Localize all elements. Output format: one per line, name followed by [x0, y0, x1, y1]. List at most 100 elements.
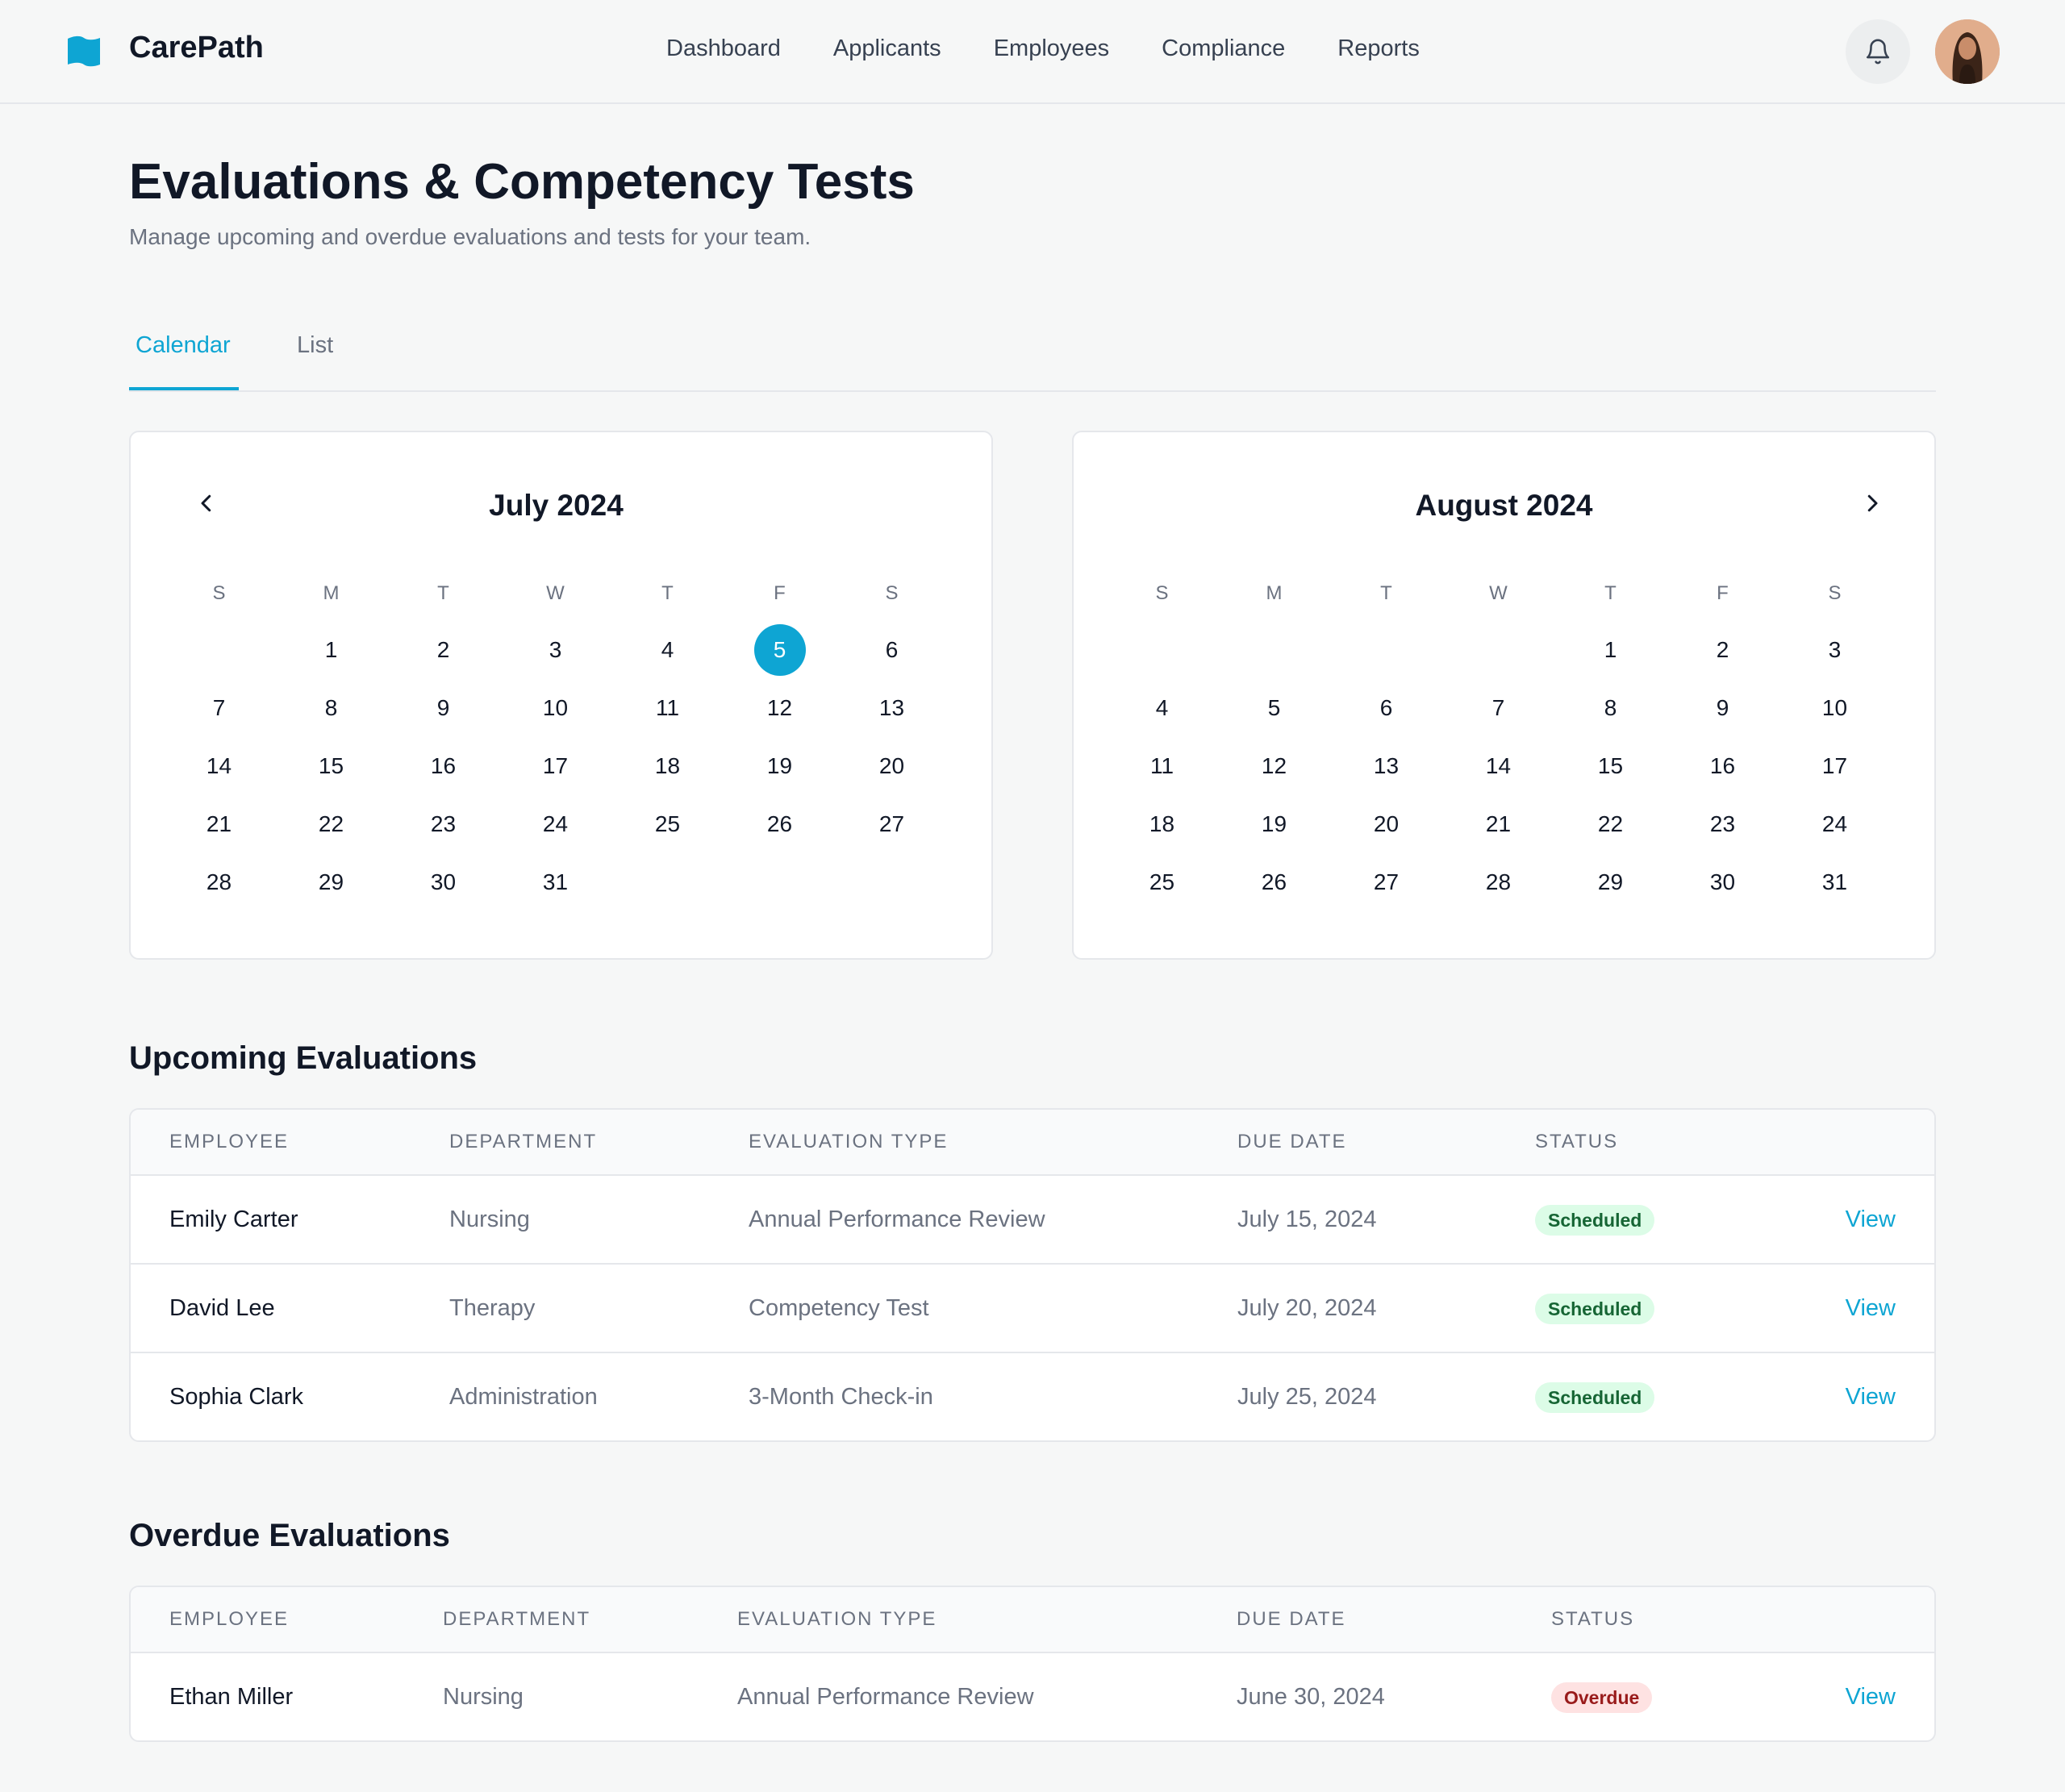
- day-number: 23: [1709, 811, 1736, 836]
- day-number: 18: [1149, 811, 1175, 836]
- calendar-day[interactable]: 31: [1779, 869, 1891, 927]
- calendar-day[interactable]: 27: [1330, 869, 1442, 927]
- view-link[interactable]: View: [1846, 1684, 1896, 1711]
- day-number: 12: [766, 695, 793, 720]
- day-number: 27: [1373, 869, 1400, 894]
- weekday-label: S: [212, 582, 226, 604]
- calendar-day[interactable]: 25: [1106, 869, 1218, 927]
- table-row: Emily Carter Nursing Annual Performance …: [131, 1176, 1934, 1265]
- day-number: 11: [1149, 753, 1174, 778]
- weekday-header: SMTWTFS: [1106, 576, 1892, 611]
- notifications-button[interactable]: [1846, 19, 1910, 84]
- weekday-label: W: [1489, 582, 1508, 604]
- avatar[interactable]: [1935, 19, 2000, 84]
- view-tabs: Calendar List: [129, 323, 1936, 392]
- employee-name: Emily Carter: [169, 1206, 298, 1232]
- chevron-right-icon: [1867, 494, 1878, 512]
- day-number: 22: [318, 811, 344, 836]
- weekday-header: SMTWTFS: [163, 576, 949, 611]
- calendar-day[interactable]: 29: [275, 869, 387, 927]
- calendar-title: August 2024: [1415, 489, 1593, 522]
- col-evaluation-type: EVALUATION TYPE: [737, 1608, 937, 1630]
- day-number: 15: [1597, 753, 1624, 778]
- calendar-title: July 2024: [489, 489, 624, 522]
- col-status: STATUS: [1551, 1608, 1635, 1630]
- view-link[interactable]: View: [1846, 1295, 1896, 1322]
- calendar-day[interactable]: 30: [387, 869, 499, 927]
- view-link[interactable]: View: [1846, 1206, 1896, 1233]
- department: Nursing: [443, 1684, 524, 1710]
- tab-list[interactable]: List: [297, 332, 333, 359]
- weekday-label: M: [323, 582, 340, 604]
- day-number: 10: [1821, 695, 1848, 720]
- day-number: 20: [878, 753, 905, 778]
- calendar-grid: SMTWTFS 1 2 3 4 5 6 7 8 9 10 11 12 13 14 15 16 17 18 19 20 2…: [1106, 576, 1892, 927]
- day-number: 29: [1597, 869, 1624, 894]
- calendar-day[interactable]: 25: [611, 811, 724, 869]
- calendar-july: July 2024 SMTWTFS 1 2 3 4 5 6 7 8 9 10 11 12 13 14 15 1…: [129, 431, 993, 960]
- calendar-day[interactable]: 26: [724, 811, 836, 869]
- status-badge: Scheduled: [1535, 1382, 1655, 1413]
- due-date: July 20, 2024: [1237, 1295, 1377, 1321]
- calendar-day[interactable]: 29: [1554, 869, 1667, 927]
- page-subtitle: Manage upcoming and overdue evaluations …: [129, 224, 811, 249]
- table-row: Sophia Clark Administration 3-Month Chec…: [131, 1353, 1934, 1440]
- day-number: 15: [318, 753, 344, 778]
- view-link[interactable]: View: [1846, 1384, 1896, 1411]
- day-number: 10: [542, 695, 569, 720]
- calendar-day[interactable]: 31: [499, 869, 611, 927]
- day-number: 25: [1149, 869, 1175, 894]
- day-number: 13: [1373, 753, 1400, 778]
- nav-reports[interactable]: Reports: [1337, 35, 1420, 62]
- day-number: 29: [318, 869, 344, 894]
- overdue-section-title: Overdue Evaluations: [129, 1518, 450, 1553]
- brand-name[interactable]: CarePath: [129, 31, 264, 65]
- day-number: 6: [1379, 695, 1393, 720]
- department: Administration: [449, 1384, 598, 1410]
- day-number: 18: [654, 753, 681, 778]
- col-due-date: DUE DATE: [1237, 1131, 1347, 1152]
- weekday-label: T: [1380, 582, 1392, 604]
- day-number: 11: [655, 695, 680, 720]
- weekday-label: T: [661, 582, 674, 604]
- col-employee: EMPLOYEE: [169, 1131, 290, 1152]
- top-navbar: CarePath Dashboard Applicants Employees …: [0, 0, 2065, 104]
- table-row: David Lee Therapy Competency Test July 2…: [131, 1265, 1934, 1353]
- day-number: 21: [206, 811, 232, 836]
- flag-icon[interactable]: [66, 34, 102, 69]
- due-date: June 30, 2024: [1237, 1684, 1385, 1710]
- nav-applicants[interactable]: Applicants: [833, 35, 941, 62]
- evaluation-type: 3-Month Check-in: [749, 1384, 933, 1410]
- calendar-day[interactable]: 28: [163, 869, 275, 927]
- day-number: 17: [1821, 753, 1848, 778]
- department: Therapy: [449, 1295, 536, 1321]
- employee-name: Ethan Miller: [169, 1684, 294, 1710]
- day-number: 28: [1485, 869, 1512, 894]
- nav-dashboard[interactable]: Dashboard: [666, 35, 781, 62]
- col-evaluation-type: EVALUATION TYPE: [749, 1131, 949, 1152]
- calendar-day[interactable]: 28: [1442, 869, 1554, 927]
- day-number: 28: [206, 869, 232, 894]
- col-due-date: DUE DATE: [1237, 1608, 1346, 1630]
- day-number: 24: [542, 811, 569, 836]
- day-number: 17: [542, 753, 569, 778]
- nav-employees[interactable]: Employees: [994, 35, 1109, 62]
- day-number: 25: [654, 811, 681, 836]
- weekday-label: T: [437, 582, 449, 604]
- employee-name: Sophia Clark: [169, 1384, 304, 1410]
- status-badge: Scheduled: [1535, 1294, 1655, 1324]
- day-number: 23: [430, 811, 457, 836]
- calendar-day[interactable]: 30: [1667, 869, 1779, 927]
- calendar-day[interactable]: 26: [1218, 869, 1330, 927]
- next-month-button[interactable]: [1854, 486, 1890, 521]
- day-number: 20: [1373, 811, 1400, 836]
- active-tab-indicator: [129, 387, 239, 390]
- calendar-day[interactable]: 27: [836, 811, 948, 869]
- evaluation-type: Annual Performance Review: [737, 1684, 1034, 1710]
- table-header: EMPLOYEE DEPARTMENT EVALUATION TYPE DUE …: [131, 1587, 1934, 1653]
- table-header: EMPLOYEE DEPARTMENT EVALUATION TYPE DUE …: [131, 1110, 1934, 1176]
- nav-compliance[interactable]: Compliance: [1162, 35, 1285, 62]
- day-number: 7: [212, 695, 226, 720]
- day-number: 5: [753, 624, 806, 676]
- tab-calendar[interactable]: Calendar: [136, 332, 231, 359]
